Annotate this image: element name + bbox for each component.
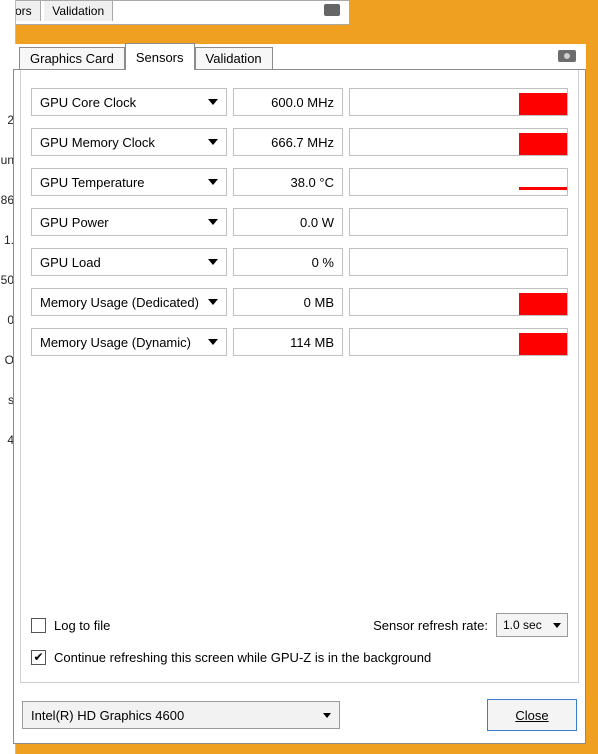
tab-validation[interactable]: Validation (195, 47, 273, 70)
gpu-select[interactable]: Intel(R) HD Graphics 4600 (22, 701, 340, 729)
tab-bar: Graphics Card Sensors Validation (13, 44, 586, 70)
sensor-row: GPU Memory Clock 666.7 MHz (31, 122, 568, 162)
tab-graphics-card[interactable]: Graphics Card (19, 47, 125, 70)
window-footer: Intel(R) HD Graphics 4600 Close (22, 697, 577, 733)
refresh-rate-select[interactable]: 1.0 sec (496, 613, 568, 637)
sensor-row: Memory Usage (Dynamic) 114 MB (31, 322, 568, 362)
sensor-value: 600.0 MHz (233, 88, 343, 116)
sensor-label-dropdown[interactable]: GPU Memory Clock (31, 128, 227, 156)
background-window-tabs: sors Validation (0, 0, 350, 25)
sensor-value: 666.7 MHz (233, 128, 343, 156)
sensor-row: GPU Temperature 38.0 °C (31, 162, 568, 202)
chevron-down-icon (208, 179, 218, 185)
chevron-down-icon (208, 99, 218, 105)
log-to-file-label: Log to file (54, 618, 110, 633)
sensor-graph (349, 208, 568, 236)
sensor-label-dropdown[interactable]: GPU Load (31, 248, 227, 276)
sensor-value: 0 % (233, 248, 343, 276)
sensor-label-dropdown[interactable]: GPU Temperature (31, 168, 227, 196)
sensor-graph (349, 328, 568, 356)
bg-tab-validation: Validation (44, 1, 113, 21)
sensor-value: 0 MB (233, 288, 343, 316)
sensor-label-dropdown[interactable]: Memory Usage (Dynamic) (31, 328, 227, 356)
close-button-label: Close (515, 708, 548, 723)
sensor-value: 114 MB (233, 328, 343, 356)
sensor-label-text: GPU Temperature (40, 175, 145, 190)
sensor-label-text: GPU Power (40, 215, 109, 230)
chevron-down-icon (208, 219, 218, 225)
camera-icon (324, 4, 340, 16)
tab-sensors[interactable]: Sensors (125, 43, 195, 70)
sensor-label-text: GPU Memory Clock (40, 135, 155, 150)
camera-icon[interactable] (558, 50, 576, 62)
sensor-graph (349, 168, 568, 196)
sensor-label-dropdown[interactable]: GPU Power (31, 208, 227, 236)
refresh-rate-value: 1.0 sec (503, 618, 542, 632)
sensor-label-dropdown[interactable]: GPU Core Clock (31, 88, 227, 116)
sensor-label-dropdown[interactable]: Memory Usage (Dedicated) (31, 288, 227, 316)
sensor-label-text: GPU Core Clock (40, 95, 136, 110)
sensor-row: GPU Load 0 % (31, 242, 568, 282)
sensor-graph (349, 288, 568, 316)
log-to-file-checkbox[interactable] (31, 618, 46, 633)
background-refresh-checkbox[interactable]: ✔ (31, 650, 46, 665)
chevron-down-icon (208, 299, 218, 305)
sensor-value: 38.0 °C (233, 168, 343, 196)
chevron-down-icon (208, 139, 218, 145)
refresh-rate-label: Sensor refresh rate: (373, 618, 488, 633)
sensor-graph (349, 88, 568, 116)
sensor-label-text: Memory Usage (Dedicated) (40, 295, 199, 310)
sensor-row: GPU Power 0.0 W (31, 202, 568, 242)
chevron-down-icon (553, 623, 561, 628)
chevron-down-icon (323, 713, 331, 718)
chevron-down-icon (208, 259, 218, 265)
sensor-label-text: Memory Usage (Dynamic) (40, 335, 191, 350)
sensor-value: 0.0 W (233, 208, 343, 236)
gpu-select-value: Intel(R) HD Graphics 4600 (31, 708, 184, 723)
chevron-down-icon (208, 339, 218, 345)
close-button[interactable]: Close (487, 699, 577, 731)
gpuz-window: Graphics Card Sensors Validation GPU Cor… (13, 44, 586, 744)
sensor-graph (349, 128, 568, 156)
sensor-label-text: GPU Load (40, 255, 101, 270)
sensor-row: Memory Usage (Dedicated) 0 MB (31, 282, 568, 322)
sensor-graph (349, 248, 568, 276)
background-refresh-label: Continue refreshing this screen while GP… (54, 650, 431, 665)
options-area: Log to file Sensor refresh rate: 1.0 sec… (31, 612, 568, 672)
sensors-panel: GPU Core Clock 600.0 MHz GPU Memory Cloc… (20, 70, 579, 683)
sensor-row: GPU Core Clock 600.0 MHz (31, 82, 568, 122)
